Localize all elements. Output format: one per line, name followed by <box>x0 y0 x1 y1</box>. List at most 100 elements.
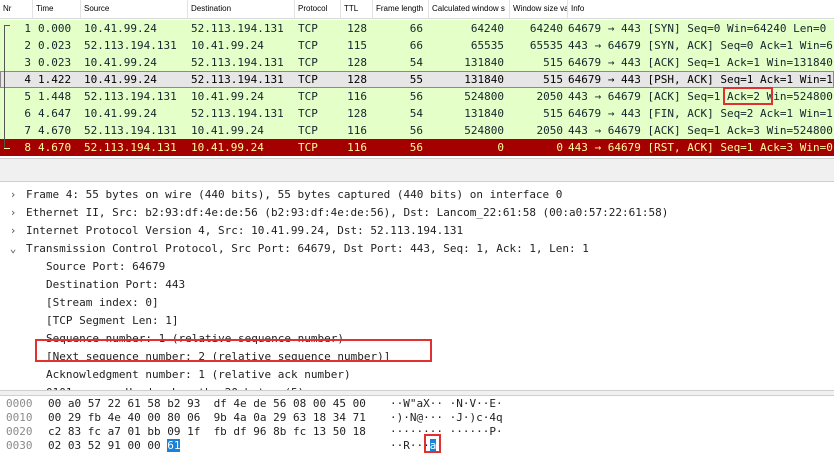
pane-splitter[interactable] <box>0 158 834 182</box>
chevron-right-icon[interactable]: › <box>7 186 19 204</box>
bytes-row[interactable]: 0010 00 29 fb 4e 40 00 80 06 9b 4a 0a 29 … <box>0 411 834 425</box>
detail-field[interactable]: [Next sequence number: 2 (relative seque… <box>0 348 834 366</box>
detail-text: Acknowledgment number: 1 (relative ack n… <box>46 368 351 381</box>
detail-tree-node[interactable]: › Frame 4: 55 bytes on wire (440 bits), 5… <box>0 186 834 204</box>
packet-list[interactable]: Nr Time Source Destination Protocol TTL … <box>0 0 834 158</box>
bytes-hex-values: 00 a0 57 22 61 58 b2 93 df 4e de 56 08 0… <box>48 397 366 410</box>
bytes-hex[interactable]: 00 29 fb 4e 40 00 80 06 9b 4a 0a 29 63 1… <box>48 411 366 425</box>
column-header-nr[interactable]: Nr <box>0 0 33 18</box>
packet-cell-ttl: 128 <box>347 107 367 120</box>
packet-cell-dst: 10.41.99.24 <box>191 90 264 103</box>
packet-cell-len: 56 <box>409 124 423 137</box>
packet-cell-proto: TCP <box>298 141 318 154</box>
packet-cell-win: 2050 <box>536 124 564 137</box>
packet-cell-src: 52.113.194.131 <box>84 141 177 154</box>
packet-cell-proto: TCP <box>298 22 318 35</box>
detail-tree-node[interactable]: › Ethernet II, Src: b2:93:df:4e:de:56 (b2… <box>0 204 834 222</box>
packet-cell-proto: TCP <box>298 73 318 86</box>
bytes-ascii[interactable]: ·)·N@··· ·J·)c·4q <box>390 411 503 425</box>
packet-cell-dst: 52.113.194.131 <box>191 56 284 69</box>
packet-cell-ttl: 116 <box>347 141 367 154</box>
detail-text: Transmission Control Protocol, Src Port:… <box>26 242 589 255</box>
column-header-frame-length[interactable]: Frame length <box>373 0 429 18</box>
packet-cell-time: 0.000 <box>38 22 72 35</box>
packet-cell-info: 443 → 64679 [RST, ACK] Seq=1 Ack=3 Win=0 <box>568 141 833 154</box>
column-header-source[interactable]: Source <box>81 0 188 18</box>
packet-row[interactable]: 5 1.448 52.113.194.131 10.41.99.24 TCP 116 56 5… <box>0 88 834 105</box>
packet-cell-cwin: 65535 <box>470 39 504 52</box>
column-header-calculated-window[interactable]: Calculated window s <box>429 0 510 18</box>
detail-text: Source Port: 64679 <box>46 260 166 273</box>
packet-cell-dst: 10.41.99.24 <box>191 141 264 154</box>
packet-cell-time: 4.647 <box>38 107 72 120</box>
bytes-ascii[interactable]: ········ ······P· <box>390 425 503 439</box>
detail-text: Internet Protocol Version 4, Src: 10.41.… <box>26 224 464 237</box>
packet-cell-win: 0 <box>556 141 563 154</box>
packet-cell-proto: TCP <box>298 90 318 103</box>
bytes-ascii[interactable]: ··W"aX·· ·N·V··E· <box>390 397 503 411</box>
detail-tree-node[interactable]: › Internet Protocol Version 4, Src: 10.41… <box>0 222 834 240</box>
packet-cell-len: 66 <box>409 22 423 35</box>
packet-cell-time: 1.448 <box>38 90 72 103</box>
column-header-window-size[interactable]: Window size va <box>510 0 568 18</box>
conversation-bracket <box>4 25 11 149</box>
packet-list-header: Nr Time Source Destination Protocol TTL … <box>0 0 834 19</box>
chevron-right-icon[interactable]: › <box>7 222 19 240</box>
detail-field[interactable]: [Stream index: 0] <box>0 294 834 312</box>
packet-cell-proto: TCP <box>298 39 318 52</box>
packet-row[interactable]: 2 0.023 52.113.194.131 10.41.99.24 TCP 115 66 6… <box>0 37 834 54</box>
selected-hex-byte[interactable]: 61 <box>167 439 181 452</box>
packet-row[interactable]: 3 0.023 10.41.99.24 52.113.194.131 TCP 128 54 1… <box>0 54 834 71</box>
packet-cell-src: 10.41.99.24 <box>84 56 157 69</box>
packet-cell-time: 1.422 <box>38 73 72 86</box>
packet-cell-info: 443 → 64679 [ACK] Seq=1 Ack=2 Win=524800 <box>568 90 833 103</box>
bytes-ascii[interactable]: ··R···a <box>390 439 437 453</box>
chevron-right-icon[interactable]: › <box>7 204 19 222</box>
packet-cell-len: 54 <box>409 56 423 69</box>
packet-details-pane[interactable]: › Frame 4: 55 bytes on wire (440 bits), 5… <box>0 182 834 390</box>
bytes-row[interactable]: 0020 c2 83 fc a7 01 bb 09 1f fb df 96 8b … <box>0 425 834 439</box>
packet-cell-src: 10.41.99.24 <box>84 73 157 86</box>
packet-cell-ttl: 128 <box>347 22 367 35</box>
bytes-hex[interactable]: 00 a0 57 22 61 58 b2 93 df 4e de 56 08 0… <box>48 397 366 411</box>
bytes-hex[interactable]: c2 83 fc a7 01 bb 09 1f fb df 96 8b fc 1… <box>48 425 366 439</box>
packet-row[interactable]: 7 4.670 52.113.194.131 10.41.99.24 TCP 116 56 5… <box>0 122 834 139</box>
packet-cell-src: 52.113.194.131 <box>84 124 177 137</box>
bytes-row[interactable]: 0000 00 a0 57 22 61 58 b2 93 df 4e de 56 … <box>0 397 834 411</box>
packet-cell-cwin: 131840 <box>464 107 504 120</box>
packet-cell-cwin: 0 <box>497 141 504 154</box>
packet-row[interactable]: 4 1.422 10.41.99.24 52.113.194.131 TCP 128 55 1… <box>0 71 834 88</box>
bytes-hex[interactable]: 02 03 52 91 00 00 61 <box>48 439 181 453</box>
detail-text: [TCP Segment Len: 1] <box>46 314 179 327</box>
bytes-offset: 0010 <box>6 411 33 424</box>
packet-cell-info: 443 → 64679 [SYN, ACK] Seq=0 Ack=1 Win=6 <box>568 39 833 52</box>
packet-row[interactable]: 8 4.670 52.113.194.131 10.41.99.24 TCP 116 56 0… <box>0 139 834 156</box>
packet-cell-ttl: 115 <box>347 39 367 52</box>
detail-field[interactable]: Source Port: 64679 <box>0 258 834 276</box>
column-header-protocol[interactable]: Protocol <box>295 0 341 18</box>
chevron-down-icon[interactable]: ⌄ <box>7 240 19 258</box>
detail-field[interactable]: [TCP Segment Len: 1] <box>0 312 834 330</box>
packet-cell-info: 64679 → 443 [FIN, ACK] Seq=2 Ack=1 Win=1 <box>568 107 833 120</box>
column-header-ttl[interactable]: TTL <box>341 0 373 18</box>
packet-bytes-pane[interactable]: 0000 00 a0 57 22 61 58 b2 93 df 4e de 56 … <box>0 396 834 454</box>
packet-row[interactable]: 6 4.647 10.41.99.24 52.113.194.131 TCP 128 54 1… <box>0 105 834 122</box>
column-header-destination[interactable]: Destination <box>188 0 295 18</box>
packet-cell-cwin: 131840 <box>464 56 504 69</box>
column-header-info[interactable]: Info <box>568 0 834 18</box>
packet-cell-info: 64679 → 443 [SYN] Seq=0 Win=64240 Len=0 <box>568 22 827 35</box>
selected-ascii-byte[interactable]: a <box>429 439 437 452</box>
detail-field[interactable]: Acknowledgment number: 1 (relative ack n… <box>0 366 834 384</box>
packet-row[interactable]: 1 0.000 10.41.99.24 52.113.194.131 TCP 128 66 6… <box>0 20 834 37</box>
packet-cell-dst: 10.41.99.24 <box>191 39 264 52</box>
column-header-time[interactable]: Time <box>33 0 81 18</box>
detail-tree-node[interactable]: ⌄ Transmission Control Protocol, Src Port… <box>0 240 834 258</box>
detail-field[interactable]: Sequence number: 1 (relative sequence nu… <box>0 330 834 348</box>
bytes-hex-values: 02 03 52 91 00 00 <box>48 439 161 452</box>
packet-cell-ttl: 116 <box>347 90 367 103</box>
detail-field[interactable]: Destination Port: 443 <box>0 276 834 294</box>
packet-cell-ttl: 116 <box>347 124 367 137</box>
packet-cell-win: 65535 <box>529 39 563 52</box>
bytes-row[interactable]: 0030 02 03 52 91 00 00 61 ··R···a <box>0 439 834 453</box>
detail-text: [Stream index: 0] <box>46 296 159 309</box>
